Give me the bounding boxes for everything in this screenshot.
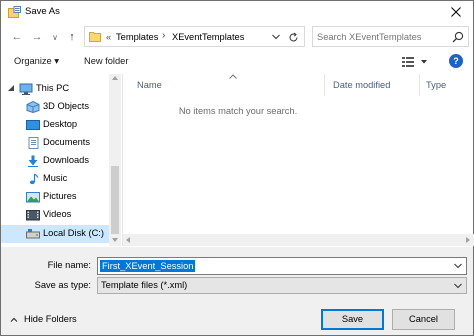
nav-pane-scrollbar[interactable] [109,74,121,246]
save-form: File name: First_XEvent_Session Save as … [1,247,473,305]
refresh-icon [289,32,297,41]
empty-message: No items match your search. [178,106,298,116]
address-dropdown-button[interactable] [270,31,282,43]
videos-icon [26,210,40,221]
breadcrumb-xeventtemplates[interactable]: XEventTemplates [172,32,244,42]
forward-button[interactable]: → [29,29,45,45]
address-bar[interactable]: « Templates › XEventTemplates [84,26,305,47]
title-bar: Save As [1,1,473,23]
column-type[interactable]: Type [426,80,446,90]
address-row: ← → ∨ ↑ « Templates › XEventTemplates [1,25,473,49]
navigation-pane: This PC 3D Objects Desktop Documents Dow… [1,74,121,246]
column-header-row: Name Date modified Type [123,74,474,96]
nav-item-label: Downloads [43,155,89,165]
pictures-icon [26,192,40,203]
nav-item-label: Local Disk (C:) [43,228,104,238]
chevron-down-icon[interactable] [454,263,462,269]
cancel-button[interactable]: Cancel [392,309,455,330]
recent-locations-button[interactable]: ∨ [47,29,63,45]
forward-arrow-icon: → [31,31,43,43]
back-button[interactable]: ← [9,29,25,45]
nav-item-downloads[interactable]: Downloads [1,152,109,170]
nav-item-pictures[interactable]: Pictures [1,188,109,206]
search-icon [452,31,464,43]
close-icon [451,7,461,17]
music-icon [29,173,39,185]
change-view-button[interactable] [401,54,429,70]
sort-ascending-icon [229,74,237,79]
nav-item-desktop[interactable]: Desktop [1,116,109,134]
nav-item-this-pc[interactable]: This PC [1,80,109,98]
up-button[interactable]: ↑ [64,29,80,45]
scroll-left-icon[interactable] [126,237,130,243]
chevron-down-icon: ∨ [52,32,58,42]
nav-item-documents[interactable]: Documents [1,134,109,152]
3d-objects-icon [26,101,40,113]
collapse-arrow-icon [8,85,14,91]
drive-icon [26,229,40,239]
nav-item-label: Pictures [43,191,77,201]
savetype-select[interactable]: Template files (*.xml) [97,277,467,294]
nav-item-local-disk[interactable]: Local Disk (C:) [1,225,109,243]
hide-folders-label: Hide Folders [24,314,77,324]
column-divider[interactable] [419,74,420,96]
scroll-right-icon[interactable] [466,237,470,243]
savetype-value: Template files (*.xml) [101,280,188,290]
file-list-scrollbar[interactable] [123,234,474,246]
search-box[interactable] [312,26,469,47]
refresh-button[interactable] [285,30,301,44]
scrollbar-thumb[interactable] [111,166,119,234]
column-name[interactable]: Name [137,80,162,90]
chevron-down-icon [272,34,280,40]
nav-item-3d-objects[interactable]: 3D Objects [1,98,109,116]
scroll-up-icon[interactable] [112,76,118,80]
dialog-footer: Hide Folders Save Cancel [1,305,473,335]
file-list-pane: Name Date modified Type No items match y… [122,74,474,246]
breadcrumb-separator: › [162,30,166,41]
chevron-down-icon [454,283,462,289]
save-as-dialog: Save As ← → ∨ ↑ « Templates › XEventTemp… [0,0,474,336]
nav-item-music[interactable]: Music [1,170,109,188]
nav-item-label: This PC [36,83,70,93]
filename-field[interactable]: First_XEvent_Session [97,257,467,275]
nav-item-label: Videos [43,209,72,219]
column-divider[interactable] [324,74,325,96]
breadcrumb-templates[interactable]: Templates [116,32,158,42]
help-icon: ? [453,56,459,66]
organize-button[interactable]: Organize ▾ [14,56,59,67]
save-button-label: Save [341,314,364,324]
save-button[interactable]: Save [321,309,384,330]
nav-item-label: 3D Objects [43,101,89,111]
chevron-up-icon [10,317,18,322]
filename-input[interactable]: First_XEvent_Session [100,260,196,272]
desktop-icon [26,120,40,130]
savetype-label: Save as type: [34,280,91,290]
folder-icon [89,32,101,42]
search-input[interactable] [317,30,445,44]
close-button[interactable] [439,1,473,23]
breadcrumb-overflow[interactable]: « [106,32,111,42]
scroll-down-icon[interactable] [112,238,118,242]
help-button[interactable]: ? [449,54,463,68]
up-arrow-icon: ↑ [69,31,75,43]
new-folder-button[interactable]: New folder [84,56,128,66]
back-arrow-icon: ← [11,31,23,43]
nav-item-label: Desktop [43,119,78,129]
documents-icon [28,137,39,149]
downloads-icon [28,155,38,167]
column-date-modified[interactable]: Date modified [333,80,390,90]
save-as-app-icon [8,6,21,18]
details-view-icon [402,57,427,67]
command-bar: Organize ▾ New folder ? [1,51,473,73]
pc-icon [19,83,33,95]
nav-item-label: Documents [43,137,91,147]
cancel-button-label: Cancel [409,314,438,324]
filename-label: File name: [47,260,91,270]
window-title: Save As [25,6,60,17]
nav-item-videos[interactable]: Videos [1,206,109,224]
nav-item-label: Music [43,173,68,183]
